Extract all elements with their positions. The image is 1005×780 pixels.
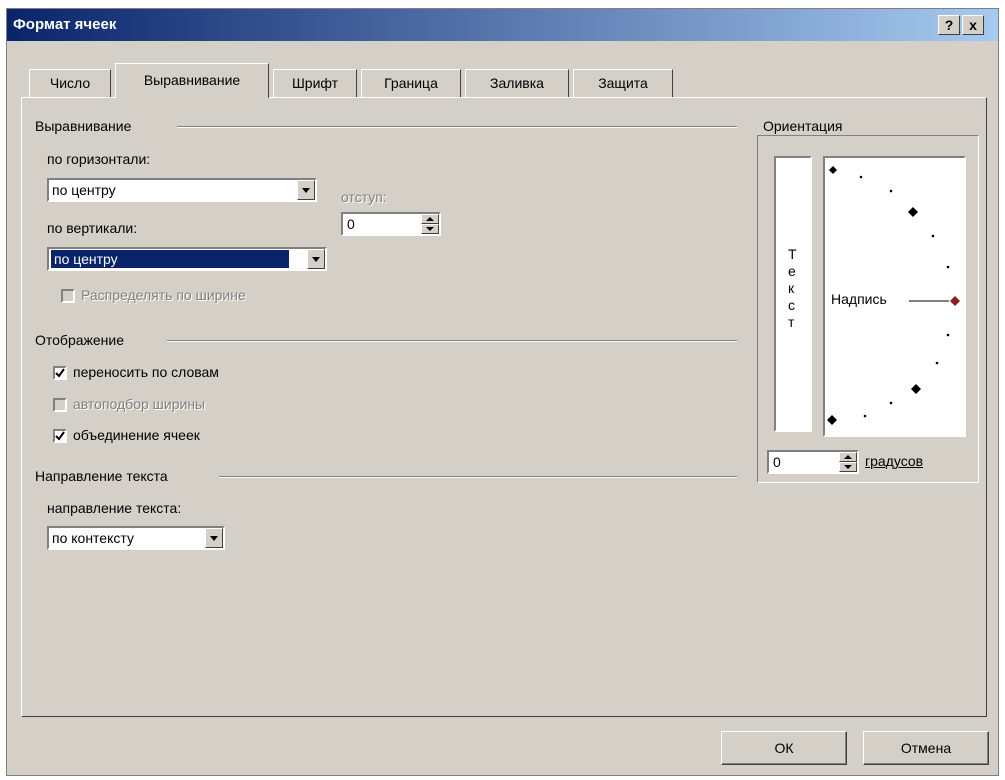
ok-button[interactable]: ОК [721, 731, 847, 765]
check-icon [55, 431, 65, 441]
chevron-down-icon[interactable] [297, 180, 315, 200]
help-button[interactable]: ? [938, 15, 960, 35]
orientation-dial[interactable]: Надпись [823, 156, 966, 437]
cancel-button[interactable]: Отмена [863, 731, 989, 765]
degrees-label: градусов [865, 453, 924, 469]
alignment-group-label: Выравнивание [35, 118, 136, 134]
distribute-label: Распределять по ширине [81, 287, 246, 303]
wrap-label: переносить по словам [73, 364, 219, 380]
vertical-label: по вертикали: [47, 220, 138, 236]
tab-border[interactable]: Граница [361, 69, 461, 97]
chevron-down-icon[interactable] [307, 249, 325, 269]
degrees-value: 0 [773, 454, 781, 470]
alignment-separator [177, 126, 737, 128]
vertical-value: по центру [51, 250, 289, 268]
tab-alignment[interactable]: Выравнивание [115, 63, 269, 98]
horizontal-value: по центру [52, 182, 116, 198]
close-button[interactable]: x [962, 15, 984, 35]
spin-down-icon[interactable] [421, 224, 439, 234]
indent-value: 0 [347, 216, 355, 232]
tab-font[interactable]: Шрифт [273, 69, 357, 97]
display-separator [167, 340, 737, 342]
direction-value: по контексту [52, 530, 134, 546]
tab-number[interactable]: Число [29, 69, 111, 97]
merge-checkbox[interactable] [53, 429, 67, 443]
horizontal-select[interactable]: по центру [47, 178, 317, 202]
horizontal-label: по горизонтали: [47, 151, 151, 167]
title-bar[interactable]: Формат ячеек ? x [7, 9, 998, 41]
check-icon [55, 368, 65, 378]
window-title: Формат ячеек [13, 16, 117, 33]
format-cells-dialog: Формат ячеек ? x Число Выравнивание Шриф… [6, 8, 999, 776]
autofit-label: автоподбор ширины [73, 396, 206, 412]
merge-label: объединение ячеек [73, 427, 200, 443]
indent-label: отступ: [341, 189, 387, 205]
spin-up-icon[interactable] [839, 452, 857, 462]
chevron-down-icon[interactable] [205, 528, 223, 548]
distribute-checkbox[interactable] [61, 289, 75, 303]
orientation-group-label: Ориентация [761, 118, 845, 134]
wrap-checkbox[interactable] [53, 366, 67, 380]
direction-label: направление текста: [47, 500, 182, 516]
degrees-spinner[interactable]: 0 [767, 450, 859, 474]
indent-spinner[interactable]: 0 [341, 212, 441, 236]
direction-group-label: Направление текста [35, 468, 172, 484]
dial-label: Надпись [831, 291, 887, 307]
tab-protection[interactable]: Защита [573, 69, 673, 97]
spin-up-icon[interactable] [421, 214, 439, 224]
vertical-text-box[interactable]: Т е к с т [774, 156, 812, 432]
display-group-label: Отображение [35, 332, 129, 348]
vertical-text: Т е к с т [788, 246, 797, 330]
direction-select[interactable]: по контексту [47, 526, 225, 550]
direction-separator [219, 476, 737, 478]
tab-fill[interactable]: Заливка [465, 69, 569, 97]
autofit-checkbox[interactable] [53, 398, 67, 412]
vertical-select[interactable]: по центру [47, 247, 327, 271]
spin-down-icon[interactable] [839, 462, 857, 472]
